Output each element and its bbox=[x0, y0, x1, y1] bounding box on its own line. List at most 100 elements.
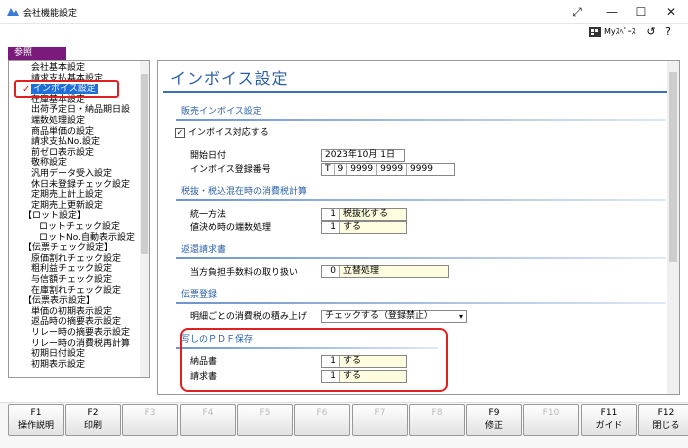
tree-item[interactable]: 初期表示設定 bbox=[31, 360, 85, 371]
fkey-label: 修正 bbox=[484, 421, 503, 431]
tree-item-label: 単価の初期表示設定 bbox=[31, 306, 113, 317]
fkey-f8-button: F8 bbox=[409, 404, 465, 436]
rounding-field[interactable]: 1 する bbox=[321, 221, 407, 234]
fkey-code: F6 bbox=[316, 408, 328, 418]
tree-item[interactable]: 会社基本設定 bbox=[31, 63, 85, 74]
tree-item-label: 会社基本設定 bbox=[31, 63, 86, 73]
tree-item-label: 初期日付設定 bbox=[31, 349, 86, 360]
rounding-text: する bbox=[343, 222, 362, 232]
tree-item[interactable]: 【伝票表示設定】 bbox=[23, 296, 95, 307]
tree-item[interactable]: 【ロット設定】 bbox=[23, 211, 86, 222]
rounding-label: 値決め時の端数処理 bbox=[190, 223, 272, 233]
section-sales-invoice: 販売インボイス設定 bbox=[181, 107, 262, 117]
section-tax-mixed: 税抜・税込混在時の消費税計算 bbox=[181, 187, 308, 197]
tree-item[interactable]: 出荷予定日・納品期日設 bbox=[31, 105, 130, 116]
tree-item[interactable]: 初期日付設定 bbox=[31, 349, 85, 360]
tree-item-label: 定期売上計上設定 bbox=[31, 190, 104, 201]
help-icon[interactable]: ? bbox=[661, 25, 675, 39]
tree-item-label: 前ゼロ表示設定 bbox=[31, 147, 95, 158]
tree-item[interactable]: 定期売上計上設定 bbox=[31, 190, 103, 201]
fkey-f11-button[interactable]: F11 ガイド bbox=[581, 404, 637, 436]
section-return-invoice: 返還請求書 bbox=[181, 245, 227, 255]
unified-method-field[interactable]: 1 税抜化する bbox=[321, 208, 407, 221]
fkey-code: F9 bbox=[488, 408, 500, 418]
tree-item[interactable]: ロットチェック設定 bbox=[39, 222, 120, 233]
tree-item-label: 粗利益チェック設定 bbox=[31, 264, 113, 275]
tree-item-label: 敬称設定 bbox=[31, 158, 68, 169]
invoice-support-checkbox[interactable]: ✓ bbox=[175, 128, 185, 138]
start-date-label: 開始日付 bbox=[190, 151, 227, 161]
minimize-button[interactable]: — bbox=[597, 0, 627, 24]
fkey-f12-button[interactable]: F12 閉じる bbox=[638, 404, 688, 436]
start-date-field[interactable]: 2023年10月 1日 bbox=[321, 149, 405, 162]
tree-item-label: リレー時の摘要表示設定 bbox=[31, 328, 131, 338]
fkey-f5-button: F5 bbox=[237, 404, 293, 436]
tree-item-label: 【伝票表示設定】 bbox=[23, 296, 96, 307]
fkey-label: 閉じる bbox=[652, 421, 680, 431]
section-slip-entry: 伝票登録 bbox=[181, 290, 218, 300]
tree-item[interactable]: 端数処理設定 bbox=[31, 116, 85, 127]
tree-item[interactable]: 商品単価の設定 bbox=[31, 127, 94, 138]
fee-handling-field[interactable]: 0 立替処理 bbox=[321, 265, 449, 278]
main-scrollbar-thumb[interactable] bbox=[669, 72, 677, 262]
tree-item[interactable]: 請求支払No.設定 bbox=[31, 137, 100, 148]
tree-item-label: 初期表示設定 bbox=[31, 359, 86, 370]
window-title: 会社機能設定 bbox=[23, 9, 78, 19]
fkey-f4-button: F4 bbox=[180, 404, 236, 436]
fkey-f7-button: F7 bbox=[352, 404, 408, 436]
fkey-f9-button[interactable]: F9 修正 bbox=[466, 404, 522, 436]
fkey-f2-button[interactable]: F2 印刷 bbox=[65, 404, 121, 436]
tree-item[interactable]: リレー時の消費税再計算 bbox=[31, 339, 130, 350]
tree-item[interactable]: リレー時の摘要表示設定 bbox=[31, 328, 130, 339]
fkey-label: ガイド bbox=[595, 421, 623, 431]
pdf-highlight-box bbox=[180, 328, 448, 392]
tree-item[interactable]: 在庫割れチェック設定 bbox=[31, 286, 121, 297]
tree-item[interactable]: 【伝票チェック設定】 bbox=[23, 243, 113, 254]
tree-scrollbar-thumb[interactable] bbox=[141, 74, 148, 254]
tree-item[interactable]: ロットNo.自動表示設定 bbox=[39, 233, 135, 244]
tree-item[interactable]: 休日未登録チェック設定 bbox=[31, 180, 130, 191]
section-divider bbox=[176, 119, 666, 121]
fee-handling-code: 0 bbox=[322, 266, 340, 277]
reg-number-prefix: T bbox=[322, 164, 335, 175]
reg-number-part: 9999 bbox=[347, 164, 378, 175]
title-divider bbox=[163, 91, 668, 93]
fkey-label: 操作説明 bbox=[17, 421, 54, 431]
tree-item[interactable]: 返品時の摘要表示設定 bbox=[31, 317, 121, 328]
tree-item-label: リレー時の消費税再計算 bbox=[31, 338, 131, 349]
detail-tax-dropdown[interactable]: チェックする（登録禁止） ▾ bbox=[321, 310, 467, 323]
tree-item-label: 定期売上更新設定 bbox=[31, 200, 104, 211]
fkey-code: F3 bbox=[144, 408, 156, 418]
reg-number-field[interactable]: T 9 9999 9999 9999 bbox=[321, 163, 455, 176]
fkey-f6-button: F6 bbox=[294, 404, 350, 436]
reg-number-part: 9999 bbox=[410, 164, 433, 174]
maximize-button[interactable]: ☐ bbox=[626, 0, 656, 24]
reg-number-part: 9999 bbox=[377, 164, 408, 175]
expand-icon[interactable]: ⤢ bbox=[562, 0, 592, 24]
unified-method-label: 統一方法 bbox=[190, 210, 227, 220]
tree-item[interactable]: 汎用データ受入設定 bbox=[31, 169, 112, 180]
fkey-code: F10 bbox=[542, 408, 560, 418]
tree-item[interactable]: 与信額チェック設定 bbox=[31, 275, 112, 286]
fkey-f1-button[interactable]: F1 操作説明 bbox=[8, 404, 64, 436]
chevron-down-icon: ▾ bbox=[458, 312, 463, 321]
fkey-code: F2 bbox=[87, 408, 99, 418]
tree-item-label: 【伝票チェック設定】 bbox=[23, 243, 114, 254]
tree-item[interactable]: 敬称設定 bbox=[31, 158, 67, 169]
tree-item[interactable]: 粗利益チェック設定 bbox=[31, 264, 112, 275]
close-button[interactable]: ✕ bbox=[656, 0, 686, 24]
fkey-code: F4 bbox=[202, 408, 214, 418]
settings-tree-panel: 会社基本設定 請求支払基本設定 インボイス設定 在庫基本設定 出荷予定日・納品期日設 端数… bbox=[8, 60, 150, 378]
reference-tab[interactable]: 参照 bbox=[8, 47, 66, 60]
detail-tax-value: チェックする（登録禁止） bbox=[325, 311, 434, 321]
myspace-button[interactable]: Myｽﾍﾟｰｽ bbox=[589, 25, 636, 39]
fkey-code: F12 bbox=[657, 408, 675, 418]
history-icon[interactable]: ↺ bbox=[644, 25, 658, 39]
fkey-label: 印刷 bbox=[83, 421, 102, 431]
myspace-icon bbox=[589, 27, 601, 37]
fkey-code: F11 bbox=[600, 408, 618, 418]
fkey-code: F1 bbox=[30, 408, 42, 418]
tree-item-label: 在庫割れチェック設定 bbox=[31, 285, 122, 296]
app-logo-icon bbox=[7, 8, 19, 16]
fkey-f3-button: F3 bbox=[122, 404, 178, 436]
